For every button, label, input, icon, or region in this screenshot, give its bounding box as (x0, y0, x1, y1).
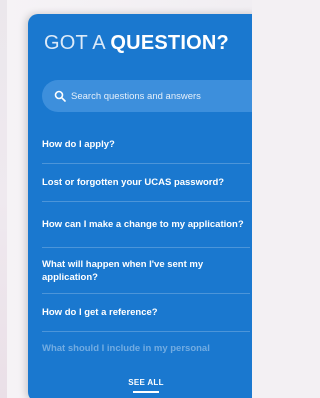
faq-list: How do I apply? Lost or forgotten your U… (42, 126, 250, 362)
faq-item-after-sending[interactable]: What will happen when I've sent my appli… (42, 248, 250, 294)
faq-item-reference[interactable]: How do I get a reference? (42, 294, 250, 332)
widget-title: GOT A QUESTION? (44, 32, 229, 55)
left-background-edge (0, 0, 7, 398)
title-bold: QUESTION? (110, 32, 229, 54)
see-all-underline (133, 391, 159, 393)
see-all-link[interactable]: SEE ALL (28, 378, 252, 387)
faq-item-change-application[interactable]: How can I make a change to my applicatio… (42, 202, 250, 248)
page: GOT A QUESTION? ✕ How do I apply? Lost o… (0, 0, 252, 398)
faq-item-apply[interactable]: How do I apply? (42, 126, 250, 164)
title-prefix: GOT A (44, 32, 111, 54)
search-bar[interactable] (42, 80, 252, 112)
faq-item-personal-statement[interactable]: What should I include in my personal (42, 332, 250, 362)
search-input[interactable] (71, 90, 251, 102)
faq-item-password[interactable]: Lost or forgotten your UCAS password? (42, 164, 250, 202)
search-icon (54, 90, 66, 102)
question-widget: GOT A QUESTION? ✕ How do I apply? Lost o… (28, 14, 252, 398)
